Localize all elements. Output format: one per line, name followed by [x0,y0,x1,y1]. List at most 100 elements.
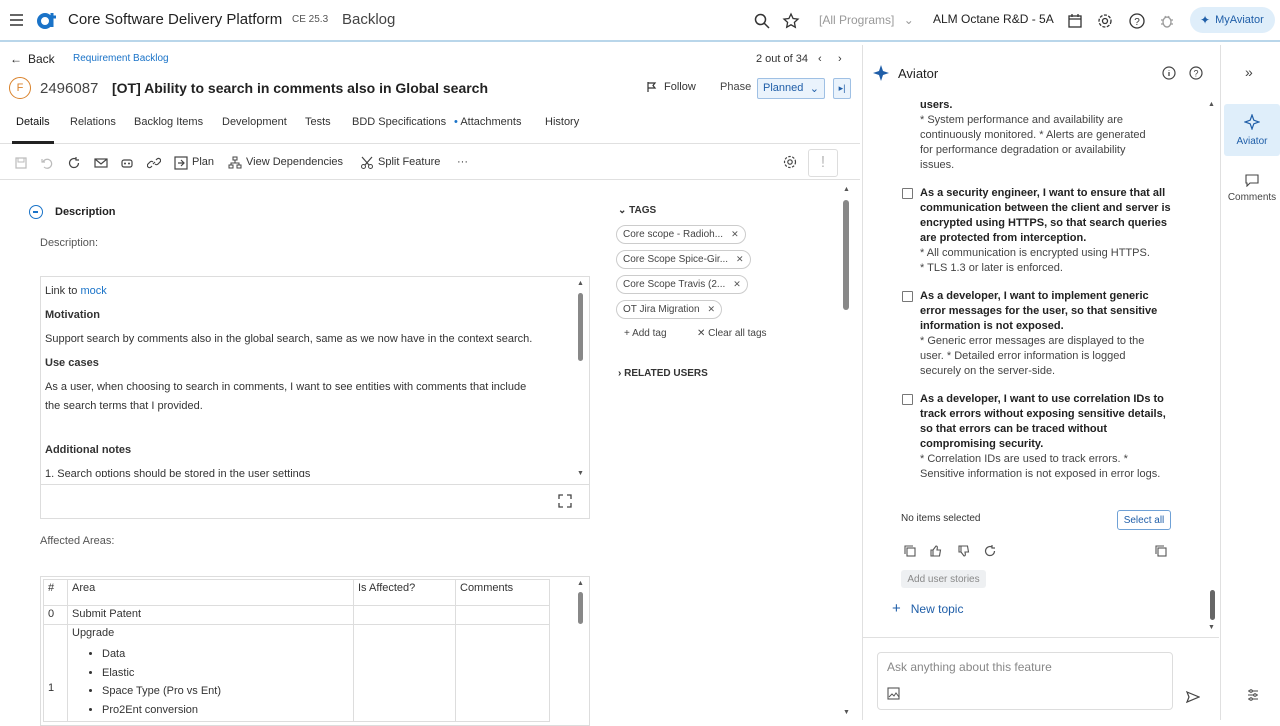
opentext-logo[interactable] [36,9,60,31]
tab-development[interactable]: Development [222,116,287,128]
copy-all-icon[interactable] [1154,544,1168,558]
scroll-up-icon[interactable]: ▲ [577,280,584,287]
story-checkbox[interactable] [902,291,913,302]
regenerate-icon[interactable] [983,544,997,558]
info-icon[interactable] [1162,66,1176,80]
close-icon[interactable]: ✕ [736,254,744,265]
thumbs-up-icon[interactable] [929,544,943,558]
breadcrumb[interactable]: Requirement Backlog [73,53,169,64]
collapse-panel-icon[interactable]: » [1245,64,1253,80]
tab-history[interactable]: History [545,116,579,128]
clear-all-tags-button[interactable]: ✕ Clear all tags [697,328,767,339]
related-users-header[interactable]: › RELATED USERS [618,368,708,379]
mail-icon[interactable] [94,156,108,170]
item-title[interactable]: [OT] Ability to search in comments also … [112,80,488,96]
scroll-down-icon[interactable]: ▼ [843,709,850,716]
tag-chip[interactable]: Core Scope Spice-Gir... ✕ [616,250,751,269]
tab-backlog-items[interactable]: Backlog Items [134,116,203,128]
phase-select[interactable]: Planned ⌄ [757,78,825,99]
chevron-down-icon: ⌄ [618,205,630,216]
more-actions-button[interactable]: ··· [457,156,468,168]
tab-bar: Details Relations Backlog Items Developm… [0,112,860,144]
copy-icon[interactable] [903,544,917,558]
follow-button[interactable]: Follow [646,81,696,93]
story-checkbox[interactable] [902,394,913,405]
view-dependencies-button[interactable]: View Dependencies [246,156,343,168]
scroll-down-icon[interactable]: ▼ [577,470,584,477]
help-icon[interactable]: ? [1189,66,1203,80]
menu-icon[interactable] [8,11,26,29]
new-topic-button[interactable]: + New topic [878,600,963,617]
search-icon[interactable] [753,12,771,30]
settings-gear-icon[interactable] [782,154,798,170]
undo-icon[interactable] [40,156,54,170]
workspace-label[interactable]: ALM Octane R&D - 5A [933,12,1054,26]
description-scrollbar[interactable] [578,293,583,361]
table-scrollbar[interactable] [578,592,583,624]
scroll-up-icon[interactable]: ▲ [577,580,584,587]
new-topic-label: New topic [910,601,964,616]
story-checkbox[interactable] [902,188,913,199]
collapse-section-icon[interactable] [29,205,43,219]
module-title: Backlog [342,11,396,28]
main-scrollbar[interactable] [843,200,849,310]
plan-button[interactable]: Plan [192,156,214,168]
tab-bdd-specifications[interactable]: BDD Specifications [352,116,446,128]
sliders-icon[interactable] [1246,688,1260,702]
tab-relations[interactable]: Relations [70,116,116,128]
expand-icon[interactable] [558,494,572,508]
prev-arrow-icon[interactable]: ‹ [818,53,822,65]
tab-attachments[interactable]: • Attachments [454,116,521,128]
mock-link[interactable]: mock [80,285,106,297]
refresh-icon[interactable] [67,156,81,170]
ask-placeholder: Ask anything about this feature [887,660,1052,674]
aviator-scrollbar[interactable] [1210,590,1215,620]
image-icon[interactable] [887,687,900,700]
table-cell [353,605,456,625]
scissors-icon[interactable] [360,156,374,170]
close-icon[interactable]: ✕ [733,279,741,290]
select-all-button[interactable]: Select all [1117,510,1171,530]
tags-header[interactable]: ⌄ TAGS [618,205,656,216]
related-users-label: RELATED USERS [624,368,708,379]
tag-chip[interactable]: OT Jira Migration ✕ [616,300,723,319]
follow-label: Follow [664,81,696,93]
dependencies-icon[interactable] [228,156,242,170]
affected-areas-table-container: # Area Is Affected? Comments 0 Submit Pa… [40,576,590,726]
phase-next-button[interactable]: ▸| [833,78,851,99]
area-bullets: Data Elastic Space Type (Pro vs Ent) Pro… [102,645,349,719]
link-icon[interactable] [147,156,161,170]
alert-button[interactable]: ! [808,149,838,177]
gear-icon[interactable] [1096,12,1114,30]
star-icon[interactable] [782,12,800,30]
scroll-down-icon[interactable]: ▼ [1208,624,1215,631]
flag-icon [647,82,657,92]
thumbs-down-icon[interactable] [957,544,971,558]
my-aviator-button[interactable]: ✦ MyAviator [1190,7,1275,33]
close-icon[interactable]: ✕ [731,229,739,240]
calendar-icon[interactable] [1066,12,1084,30]
rail-comments-button[interactable]: Comments [1224,168,1280,208]
robot-icon[interactable] [120,156,134,170]
close-icon[interactable]: ✕ [708,304,716,315]
help-icon[interactable]: ? [1128,12,1146,30]
scroll-up-icon[interactable]: ▲ [843,186,850,193]
table-cell [455,624,550,722]
back-button[interactable]: ← Back [10,52,55,66]
tab-details[interactable]: Details [16,116,50,128]
add-tag-button[interactable]: + Add tag [624,328,667,339]
rail-aviator-button[interactable]: Aviator [1224,104,1280,156]
description-editor[interactable]: Link to mock Motivation Support search b… [40,276,590,519]
tag-chip[interactable]: Core scope - Radioh... ✕ [616,225,746,244]
bug-icon[interactable] [1158,12,1176,30]
tab-tests[interactable]: Tests [305,116,331,128]
send-icon[interactable] [1186,690,1200,704]
tag-chip[interactable]: Core Scope Travis (2... ✕ [616,275,748,294]
split-feature-button[interactable]: Split Feature [378,156,440,168]
plan-icon[interactable] [174,156,188,170]
add-user-stories-button[interactable]: Add user stories [901,570,986,588]
save-icon[interactable] [14,156,28,170]
scroll-up-icon[interactable]: ▲ [1208,101,1215,108]
program-selector[interactable]: [All Programs] ⌄ [819,13,914,27]
next-arrow-icon[interactable]: › [838,53,842,65]
